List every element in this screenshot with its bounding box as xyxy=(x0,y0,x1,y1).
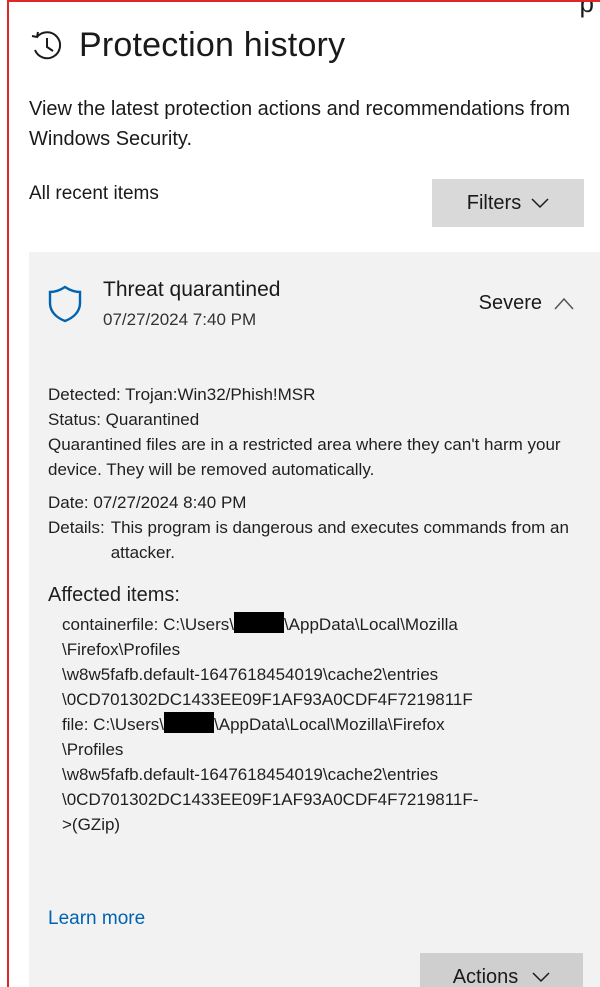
redaction-block xyxy=(233,612,284,633)
affected-line: \Firefox\Profiles xyxy=(62,640,181,659)
page-description: View the latest protection actions and r… xyxy=(29,98,571,150)
shield-icon xyxy=(48,285,82,323)
affected-items-list: containerfile: C:\Users\ \AppData\Local\M… xyxy=(48,612,593,837)
date-line: Date: 07/27/2024 8:40 PM xyxy=(48,493,247,512)
severity-label: Severe xyxy=(478,292,542,314)
threat-card: Threat quarantined 07/27/2024 7:40 PM Se… xyxy=(29,252,600,987)
chevron-down-icon xyxy=(532,972,550,983)
affected-line: \0CD701302DC1433EE09F1AF93A0CDF4F7219811… xyxy=(62,690,473,709)
affected-line: >(GZip) xyxy=(62,815,121,834)
window-frame: p Protection history View the latest pro… xyxy=(7,0,600,987)
filters-label: Filters xyxy=(466,191,522,214)
details-text: This program is dangerous and executes c… xyxy=(110,518,569,562)
threat-title: Threat quarantined xyxy=(103,278,281,301)
affected-line: \Profiles xyxy=(62,740,124,759)
learn-more-link[interactable]: Learn more xyxy=(48,908,145,930)
affected-items-title: Affected items: xyxy=(48,584,180,606)
list-heading: All recent items xyxy=(29,183,159,204)
actions-label: Actions xyxy=(452,965,519,987)
affected-line: \0CD701302DC1433EE09F1AF93A0CDF4F7219811… xyxy=(62,790,479,809)
history-icon xyxy=(31,30,62,59)
details-row: Details: This program is dangerous and e… xyxy=(48,515,593,565)
title-row: Protection history xyxy=(29,26,345,65)
threat-details: Detected: Trojan:Win32/Phish!MSR Status:… xyxy=(48,382,593,837)
status-line: Status: Quarantined xyxy=(48,410,200,429)
chevron-up-icon xyxy=(554,297,574,310)
path-suffix: \AppData\Local\Mozilla xyxy=(283,615,458,634)
affected-line: \w8w5fafb.default-1647618454019\cache2\e… xyxy=(62,765,439,784)
chevron-down-icon xyxy=(531,198,549,209)
corner-text: p xyxy=(579,0,594,18)
filters-button[interactable]: Filters xyxy=(432,179,584,227)
detected-line: Detected: Trojan:Win32/Phish!MSR xyxy=(48,385,316,404)
actions-button[interactable]: Actions xyxy=(420,953,583,987)
details-label: Details: xyxy=(48,518,105,537)
path-suffix: \AppData\Local\Mozilla\Firefox xyxy=(214,715,445,734)
affected-line: file: C:\Users\ \AppData\Local\Mozilla\Fi… xyxy=(62,712,593,737)
path-prefix: file: C:\Users\ xyxy=(62,715,165,734)
status-note: Quarantined files are in a restricted ar… xyxy=(48,435,561,479)
affected-line: containerfile: C:\Users\ \AppData\Local\M… xyxy=(62,612,593,637)
threat-timestamp: 07/27/2024 7:40 PM xyxy=(103,310,257,329)
page-title: Protection history xyxy=(79,26,346,64)
path-prefix: containerfile: C:\Users\ xyxy=(62,615,234,634)
affected-line: \w8w5fafb.default-1647618454019\cache2\e… xyxy=(62,665,439,684)
severity-toggle[interactable]: Severe xyxy=(479,292,574,315)
redaction-block xyxy=(164,712,215,733)
